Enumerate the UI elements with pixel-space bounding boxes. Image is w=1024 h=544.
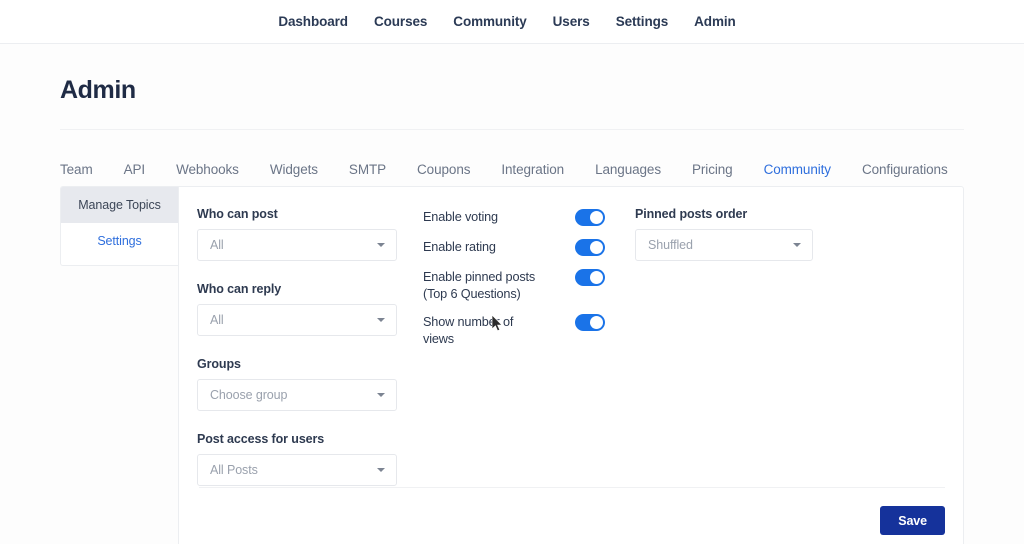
toggle-row-show-number-of-views: Show number of views (423, 313, 605, 348)
chevron-down-icon (377, 393, 385, 397)
select-who-can-post-value: All (210, 238, 224, 252)
tab-integration[interactable]: Integration (501, 162, 564, 177)
chevron-down-icon (793, 243, 801, 247)
toggle-enable-rating[interactable] (575, 239, 605, 256)
select-who-can-reply[interactable]: All (197, 304, 397, 336)
nav-item-users[interactable]: Users (553, 14, 590, 29)
label-enable-pinned-posts: Enable pinned posts(Top 6 Questions) (423, 268, 535, 303)
toggle-knob (590, 316, 603, 329)
nav-item-settings[interactable]: Settings (616, 14, 668, 29)
toggle-knob (590, 241, 603, 254)
save-button[interactable]: Save (880, 506, 945, 535)
panel-footer: Save (880, 506, 945, 535)
pinned-order-column: Pinned posts order Shuffled (613, 207, 813, 486)
select-who-can-reply-value: All (210, 313, 224, 327)
field-who-can-reply: Who can reply All (197, 282, 397, 336)
toggle-enable-pinned-posts[interactable] (575, 269, 605, 286)
settings-tab-bar: Team API Webhooks Widgets SMTP Coupons I… (60, 130, 964, 186)
community-settings-card: Manage Topics Settings Who can post All (60, 186, 964, 544)
chevron-down-icon (377, 468, 385, 472)
toggles-column: Enable voting Enable rating Enable pinne… (405, 207, 605, 486)
nav-item-admin[interactable]: Admin (694, 14, 736, 29)
toggle-knob (590, 271, 603, 284)
chevron-down-icon (377, 318, 385, 322)
settings-panel-content: Who can post All Who can reply All (179, 187, 963, 486)
tab-webhooks[interactable]: Webhooks (176, 162, 239, 177)
select-fields-column: Who can post All Who can reply All (197, 207, 397, 486)
footer-divider (199, 487, 945, 488)
label-pinned-posts-order: Pinned posts order (635, 207, 813, 221)
label-show-number-of-views: Show number of views (423, 313, 545, 348)
field-groups: Groups Choose group (197, 357, 397, 411)
tab-configurations[interactable]: Configurations (862, 162, 948, 177)
page-title: Admin (60, 44, 964, 105)
tab-languages[interactable]: Languages (595, 162, 661, 177)
toggle-row-enable-pinned-posts: Enable pinned posts(Top 6 Questions) (423, 268, 605, 303)
top-navigation-bar: Dashboard Courses Community Users Settin… (0, 0, 1024, 44)
select-groups-value: Choose group (210, 388, 287, 402)
toggle-knob (590, 211, 603, 224)
label-enable-rating: Enable rating (423, 238, 496, 256)
nav-item-community[interactable]: Community (453, 14, 526, 29)
tab-smtp[interactable]: SMTP (349, 162, 386, 177)
settings-panel: Who can post All Who can reply All (178, 186, 964, 544)
page-body: Admin Team API Webhooks Widgets SMTP Cou… (0, 44, 1024, 544)
tab-team[interactable]: Team (60, 162, 93, 177)
label-who-can-reply: Who can reply (197, 282, 397, 296)
select-groups[interactable]: Choose group (197, 379, 397, 411)
nav-item-courses[interactable]: Courses (374, 14, 427, 29)
toggle-show-number-of-views[interactable] (575, 314, 605, 331)
top-nav-items: Dashboard Courses Community Users Settin… (278, 14, 735, 29)
select-pinned-posts-order[interactable]: Shuffled (635, 229, 813, 261)
select-post-access-for-users[interactable]: All Posts (197, 454, 397, 486)
label-enable-voting: Enable voting (423, 208, 498, 226)
tab-widgets[interactable]: Widgets (270, 162, 318, 177)
community-sidebar: Manage Topics Settings (60, 186, 178, 266)
select-pinned-posts-order-value: Shuffled (648, 238, 693, 252)
nav-item-dashboard[interactable]: Dashboard (278, 14, 348, 29)
select-post-access-for-users-value: All Posts (210, 463, 258, 477)
label-groups: Groups (197, 357, 397, 371)
tab-coupons[interactable]: Coupons (417, 162, 470, 177)
tab-pricing[interactable]: Pricing (692, 162, 733, 177)
chevron-down-icon (377, 243, 385, 247)
toggle-enable-voting[interactable] (575, 209, 605, 226)
select-who-can-post[interactable]: All (197, 229, 397, 261)
tab-api[interactable]: API (124, 162, 145, 177)
toggle-row-enable-voting: Enable voting (423, 208, 605, 228)
field-who-can-post: Who can post All (197, 207, 397, 261)
tab-community[interactable]: Community (764, 162, 831, 177)
field-post-access-for-users: Post access for users All Posts (197, 432, 397, 486)
toggle-row-enable-rating: Enable rating (423, 238, 605, 258)
label-post-access-for-users: Post access for users (197, 432, 397, 446)
sidebar-item-manage-topics[interactable]: Manage Topics (61, 187, 178, 223)
field-pinned-posts-order: Pinned posts order Shuffled (635, 207, 813, 261)
label-who-can-post: Who can post (197, 207, 397, 221)
sidebar-item-settings[interactable]: Settings (61, 223, 178, 259)
